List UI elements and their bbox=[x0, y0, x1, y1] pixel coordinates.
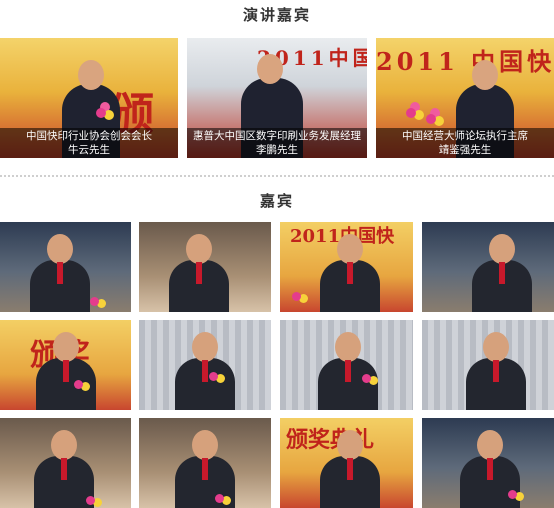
speaker-caption: 惠普大中国区数字印刷业务发展经理 李鹏先生 bbox=[187, 128, 367, 158]
speaker-name: 牛云先生 bbox=[68, 144, 110, 156]
flower-decoration bbox=[90, 297, 99, 306]
flower-decoration bbox=[96, 108, 106, 118]
tie bbox=[202, 458, 208, 480]
flower-decoration bbox=[292, 292, 301, 301]
section-title-speakers: 演讲嘉宾 bbox=[242, 6, 311, 24]
section-divider bbox=[0, 175, 554, 177]
flower-decoration bbox=[209, 372, 218, 381]
speaker-name: 靖鉴强先生 bbox=[438, 144, 492, 156]
flower-decoration bbox=[406, 108, 416, 118]
guest-photo-11[interactable]: 颁奖典礼 bbox=[280, 418, 413, 508]
guest-figure bbox=[34, 430, 94, 508]
speaker-card-3[interactable]: 2011 中国快 中国经营大师论坛执行主席 靖鉴强先生 bbox=[376, 38, 554, 158]
guest-figure bbox=[318, 332, 378, 410]
guest-photo-4[interactable] bbox=[422, 222, 554, 312]
flower-decoration bbox=[508, 490, 517, 499]
guest-photo-3[interactable]: 2011中国快 bbox=[280, 222, 413, 312]
guest-photo-1[interactable] bbox=[0, 222, 131, 312]
guest-figure bbox=[36, 332, 96, 410]
guest-figure bbox=[320, 234, 380, 312]
guest-figure bbox=[30, 234, 90, 312]
tie bbox=[347, 458, 353, 480]
flower-decoration bbox=[74, 380, 83, 389]
speaker-caption: 中国经营大师论坛执行主席 靖鉴强先生 bbox=[376, 128, 554, 158]
tie bbox=[499, 262, 505, 284]
guest-figure bbox=[169, 234, 229, 312]
guest-photo-2[interactable] bbox=[139, 222, 271, 312]
flower-decoration bbox=[362, 374, 371, 383]
guest-figure bbox=[460, 430, 520, 508]
section-title-guests: 嘉宾 bbox=[259, 192, 294, 210]
speaker-title: 惠普大中国区数字印刷业务发展经理 bbox=[193, 130, 361, 142]
guest-figure bbox=[466, 332, 526, 410]
guest-figure bbox=[175, 332, 235, 410]
tie bbox=[61, 458, 67, 480]
speaker-card-2[interactable]: 2011中国快 惠普大中国区数字印刷业务发展经理 李鹏先生 bbox=[187, 38, 367, 158]
guest-photo-6[interactable] bbox=[139, 320, 271, 410]
guest-figure bbox=[320, 430, 380, 508]
tie bbox=[57, 262, 63, 284]
tie bbox=[63, 360, 69, 382]
speaker-card-1[interactable]: 颁 中国快印行业协会创会会长 牛云先生 bbox=[0, 38, 178, 158]
tie bbox=[345, 360, 351, 382]
guest-photo-5[interactable]: 颁奖 bbox=[0, 320, 131, 410]
guest-photo-9[interactable] bbox=[0, 418, 131, 508]
tie bbox=[487, 458, 493, 480]
guest-figure bbox=[472, 234, 532, 312]
guest-photo-10[interactable] bbox=[139, 418, 271, 508]
flower-decoration bbox=[86, 496, 95, 505]
banner-text: 2011 中国快 bbox=[376, 47, 554, 76]
tie bbox=[196, 262, 202, 284]
guest-photo-7[interactable] bbox=[280, 320, 413, 410]
speaker-caption: 中国快印行业协会创会会长 牛云先生 bbox=[0, 128, 178, 158]
guest-photo-12[interactable] bbox=[422, 418, 554, 508]
speaker-title: 中国快印行业协会创会会长 bbox=[26, 130, 152, 142]
tie bbox=[493, 360, 499, 382]
speaker-name: 李鹏先生 bbox=[256, 144, 298, 156]
flower-decoration bbox=[215, 494, 224, 503]
tie bbox=[347, 262, 353, 284]
speaker-title: 中国经营大师论坛执行主席 bbox=[402, 130, 528, 142]
guest-figure bbox=[175, 430, 235, 508]
guest-photo-8[interactable] bbox=[422, 320, 554, 410]
tie bbox=[202, 360, 208, 382]
flower-decoration bbox=[426, 114, 436, 124]
